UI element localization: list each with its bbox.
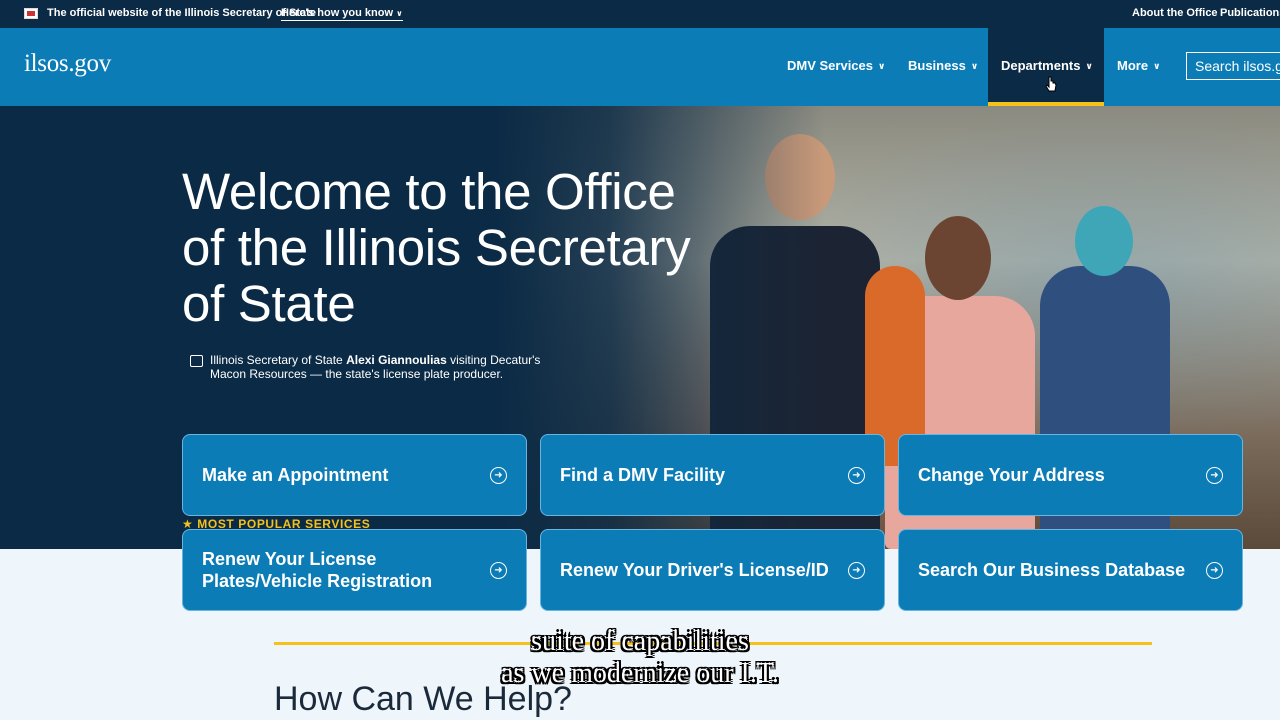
service-search-business[interactable]: Search Our Business Database ➜ (898, 529, 1243, 611)
service-change-address[interactable]: Change Your Address ➜ (898, 434, 1243, 516)
chevron-down-icon: ∨ (1153, 61, 1161, 71)
nav-dmv-services[interactable]: DMV Services ∨ (787, 58, 885, 73)
chevron-down-icon: ∨ (396, 9, 403, 18)
arrow-right-circle-icon: ➜ (490, 562, 507, 579)
service-renew-license[interactable]: Renew Your Driver's License/ID ➜ (540, 529, 885, 611)
nav-more[interactable]: More ∨ (1117, 58, 1160, 73)
arrow-right-circle-icon: ➜ (1206, 467, 1223, 484)
service-renew-plates[interactable]: Renew Your License Plates/Vehicle Regist… (182, 529, 527, 611)
arrow-right-circle-icon: ➜ (1206, 562, 1223, 579)
how-you-know-link[interactable]: Here's how you know ∨ (281, 7, 403, 21)
publications-link[interactable]: Publications (1220, 7, 1280, 19)
pointer-cursor-icon (1045, 76, 1057, 92)
service-find-dmv-facility[interactable]: Find a DMV Facility ➜ (540, 434, 885, 516)
chevron-down-icon: ∨ (970, 61, 979, 71)
video-subtitle-line-2: as we modernize our I.T. (501, 658, 779, 689)
photo-caption: Illinois Secretary of State Alexi Gianno… (210, 353, 541, 381)
video-subtitle-line-1: suite of capabilities (531, 626, 749, 657)
about-office-link[interactable]: About the Office (1132, 7, 1218, 19)
arrow-right-circle-icon: ➜ (490, 467, 507, 484)
official-website-text: The official website of the Illinois Sec… (47, 7, 316, 19)
service-make-appointment[interactable]: Make an Appointment ➜ (182, 434, 527, 516)
flag-icon (24, 8, 38, 19)
chevron-down-icon: ∨ (1085, 61, 1093, 71)
official-banner: The official website of the Illinois Sec… (0, 0, 1280, 28)
hero-title: Welcome to the Office of the Illinois Se… (182, 163, 691, 332)
site-header: ilsos.gov DMV Services ∨ Business ∨ Depart… (0, 28, 1280, 106)
nav-business[interactable]: Business ∨ (908, 58, 978, 73)
site-logo[interactable]: ilsos.gov (24, 50, 111, 78)
chevron-down-icon: ∨ (878, 61, 886, 71)
search-input[interactable]: Search ilsos.gov (1186, 52, 1280, 80)
arrow-right-circle-icon: ➜ (848, 467, 865, 484)
image-icon (190, 355, 203, 367)
arrow-right-circle-icon: ➜ (848, 562, 865, 579)
nav-departments[interactable]: Departments ∨ (1001, 58, 1093, 73)
